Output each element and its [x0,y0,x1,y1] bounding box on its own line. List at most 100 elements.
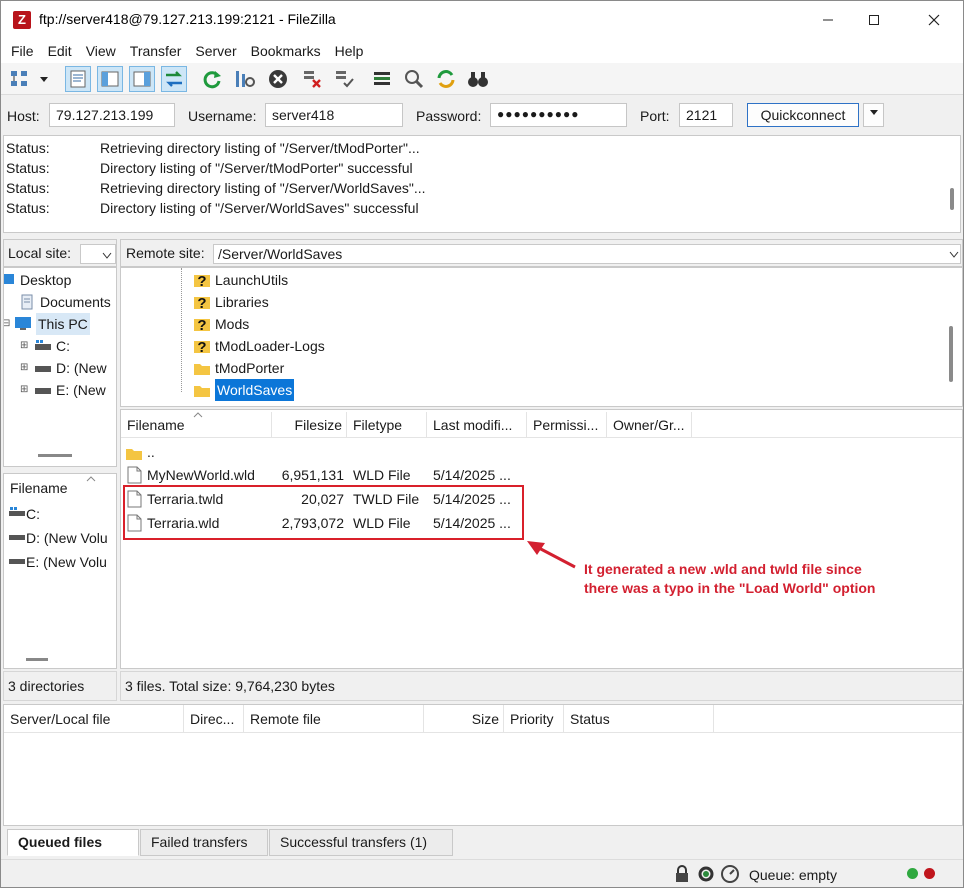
log-scrollbar-thumb[interactable] [950,188,954,210]
quickconnect-bar: Host: 79.127.213.199 Username: server418… [1,98,963,134]
annotation-highlight-box [123,485,524,540]
tree-item-mods[interactable]: ? Mods [193,313,249,335]
unknown-folder-icon: ? [193,294,211,310]
tab-successful-transfers[interactable]: Successful transfers (1) [269,829,453,856]
tree-item-tmodporter[interactable]: tModPorter [193,357,284,379]
list-item[interactable]: E: (New Volu [8,550,107,574]
annotation-text-line2: there was a typo in the "Load World" opt… [584,580,876,596]
toggle-remote-tree-button[interactable] [129,66,155,92]
local-directory-tree: Desktop Documents ⊟ This PC ⊞ C: ⊞ D: (N… [3,267,117,467]
queue-column-direction[interactable]: Direc... [184,705,244,733]
annotation-arrow-icon [527,541,576,569]
minimize-button[interactable] [805,1,851,39]
tree-item-tmodloader-logs[interactable]: ? tModLoader-Logs [193,335,325,357]
tree-item-drive-c[interactable]: ⊞ C: [20,335,70,357]
list-item[interactable]: C: [8,502,40,526]
search-remote-files-button[interactable] [465,66,491,92]
title-bar: Z ftp://server418@79.127.213.199:2121 - … [1,1,963,39]
tree-item-this-pc[interactable]: ⊟ This PC [4,313,90,335]
file-name: MyNewWorld.wld [147,467,255,483]
close-button[interactable] [911,1,957,39]
tree-item-documents[interactable]: Documents [18,291,111,313]
list-item[interactable]: D: (New Volu [8,526,108,550]
toggle-sync-browsing-button[interactable] [401,66,427,92]
menu-transfer[interactable]: Transfer [123,39,189,63]
tree-item-worldsaves[interactable]: WorldSaves [193,379,295,401]
local-status: 3 directories [3,671,117,701]
tree-item-drive-e[interactable]: ⊞ E: (New [20,379,106,401]
toggle-message-log-button[interactable] [65,66,91,92]
tab-queued-files[interactable]: Queued files [7,829,139,856]
directory-comparison-button[interactable] [433,66,459,92]
queue-column-status[interactable]: Status [564,705,714,733]
menu-help[interactable]: Help [328,39,371,63]
directory-filter-button[interactable] [369,66,395,92]
expand-icon[interactable]: ⊟ [4,313,14,335]
process-queue-button[interactable] [231,66,257,92]
table-row[interactable]: MyNewWorld.wld 6,951,131 WLD File 5/14/2… [125,463,625,487]
queue-column-size[interactable]: Size [424,705,504,733]
toggle-local-tree-button[interactable] [97,66,123,92]
column-filesize[interactable]: Filesize [272,412,347,438]
log-status: Status: [6,180,50,196]
quickconnect-button[interactable]: Quickconnect [747,103,859,127]
queue-column-server-local-file[interactable]: Server/Local file [4,705,184,733]
queue-column-remote-file[interactable]: Remote file [244,705,424,733]
menu-file[interactable]: File [4,39,41,63]
minimize-icon [823,19,833,21]
desktop-folder-icon [4,272,16,288]
toolbar [1,63,963,95]
window-title: ftp://server418@79.127.213.199:2121 - Fi… [39,11,336,27]
refresh-button[interactable] [199,66,225,92]
disconnect-button[interactable] [299,66,325,92]
tree-item-drive-d[interactable]: ⊞ D: (New [20,357,107,379]
remote-tree-scrollbar-thumb[interactable] [949,326,953,382]
file-type: WLD File [353,467,411,483]
toggle-transfer-queue-button[interactable] [161,66,187,92]
column-owner-group[interactable]: Owner/Gr... [607,412,692,438]
site-manager-dropdown[interactable] [35,66,53,92]
local-tree-scrollbar-thumb[interactable] [38,454,72,457]
site-manager-button[interactable] [7,66,33,92]
table-row-parent[interactable]: .. [125,440,625,464]
port-input[interactable]: 2121 [679,103,733,127]
expand-icon[interactable]: ⊞ [20,379,34,401]
reconnect-button[interactable] [331,66,357,92]
drive-icon [8,526,26,550]
menu-server[interactable]: Server [188,39,243,63]
tab-failed-transfers[interactable]: Failed transfers [140,829,268,856]
local-site-bar: Local site: [3,239,117,267]
local-list-scrollbar-thumb[interactable] [26,658,48,661]
tree-item-launchutils[interactable]: ? LaunchUtils [193,269,288,291]
password-input[interactable]: ●●●●●●●●●● [490,103,627,127]
log-message: Retrieving directory listing of "/Server… [100,140,420,156]
drive-icon [34,360,52,376]
cancel-operation-button[interactable] [265,66,291,92]
speed-limit-icon [721,865,739,883]
column-permissions[interactable]: Permissi... [527,412,607,438]
log-message: Directory listing of "/Server/tModPorter… [100,160,413,176]
tree-item-libraries[interactable]: ? Libraries [193,291,269,313]
remote-site-label: Remote site: [126,245,205,261]
menu-bookmarks[interactable]: Bookmarks [244,39,328,63]
expand-icon[interactable]: ⊞ [20,335,34,357]
tree-item-desktop[interactable]: Desktop [4,269,71,291]
column-last-modified[interactable]: Last modifi... [427,412,527,438]
expand-icon[interactable]: ⊞ [20,357,34,379]
port-label: Port: [640,108,670,124]
compare-icon [437,70,455,88]
drive-icon [34,338,52,354]
log-status: Status: [6,160,50,176]
menu-view[interactable]: View [79,39,123,63]
remote-site-input[interactable]: /Server/WorldSaves [213,244,961,264]
menu-edit[interactable]: Edit [41,39,79,63]
quickconnect-history-dropdown[interactable] [863,103,884,127]
column-filetype[interactable]: Filetype [347,412,427,438]
filter-icon [374,72,390,85]
chevron-down-icon [869,110,878,115]
local-column-filename[interactable]: Filename [10,480,68,496]
username-input[interactable]: server418 [265,103,403,127]
maximize-button[interactable] [851,1,897,39]
host-input[interactable]: 79.127.213.199 [49,103,175,127]
queue-column-priority[interactable]: Priority [504,705,564,733]
